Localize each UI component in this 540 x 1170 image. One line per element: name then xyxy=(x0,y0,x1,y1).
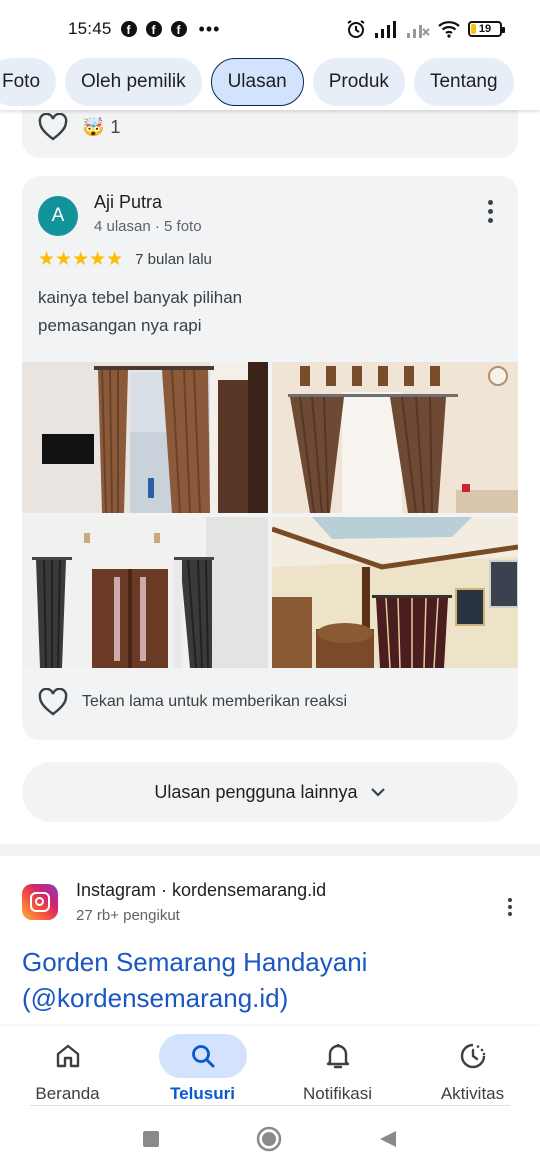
nav-label: Telusuri xyxy=(170,1084,235,1103)
review-photo[interactable] xyxy=(22,362,268,513)
home-button[interactable] xyxy=(256,1126,282,1152)
alarm-icon xyxy=(347,20,365,38)
result-followers: 27 rb+ pengikut xyxy=(76,907,180,924)
recents-button[interactable] xyxy=(142,1130,160,1148)
avatar[interactable]: A xyxy=(38,196,78,236)
search-result-source[interactable]: Instagram · kordensemarang.id 27 rb+ pen… xyxy=(22,880,522,930)
review-time: 7 bulan lalu xyxy=(135,251,212,268)
instagram-icon xyxy=(22,884,58,920)
result-title-line: Gorden Semarang Handayani xyxy=(22,947,368,977)
result-title-line: (@kordensemarang.id) xyxy=(22,983,289,1013)
reviewer-name[interactable]: Aji Putra xyxy=(94,192,162,213)
chevron-down-icon xyxy=(370,788,385,797)
reaction-emoji: 🤯 xyxy=(82,116,105,137)
status-time: 15:45 xyxy=(68,19,112,38)
tab-foto[interactable]: Foto xyxy=(0,58,57,106)
bottom-navigation: Beranda Telusuri Notifikasi Aktivitas xyxy=(0,1026,540,1108)
nav-beranda[interactable]: Beranda xyxy=(0,1026,135,1108)
battery-level-fill xyxy=(471,24,477,34)
reaction-count: 1 xyxy=(110,116,121,137)
reaction-row[interactable]: Tekan lama untuk memberikan reaksi xyxy=(38,688,347,716)
search-icon xyxy=(158,1034,247,1078)
heart-icon[interactable] xyxy=(38,113,68,141)
more-options-icon[interactable] xyxy=(508,898,512,916)
more-notifications-indicator: ••• xyxy=(198,18,221,39)
facebook-icon: f xyxy=(145,21,162,37)
heart-icon[interactable] xyxy=(38,688,68,716)
bell-icon xyxy=(294,1034,382,1078)
review-text-line: pemasangan nya rapi xyxy=(38,316,202,335)
review-card: A Aji Putra 4 ulasan · 5 foto ★★★★★ 7 bu… xyxy=(22,176,518,740)
reaction-summary[interactable]: 🤯 1 xyxy=(82,117,120,138)
review-photo-grid xyxy=(22,362,518,668)
tab-produk[interactable]: Produk xyxy=(312,58,405,106)
review-photo[interactable] xyxy=(272,362,518,513)
facebook-icon: f xyxy=(170,21,187,37)
star-rating: ★★★★★ 7 bulan lalu xyxy=(38,248,212,271)
battery-percent: 19 xyxy=(478,23,492,35)
review-photo[interactable] xyxy=(272,517,518,668)
section-divider xyxy=(0,844,540,856)
more-reviews-button[interactable]: Ulasan pengguna lainnya xyxy=(22,762,518,822)
home-icon xyxy=(24,1034,112,1078)
triangle-back-icon xyxy=(380,1131,396,1147)
system-navigation xyxy=(0,1108,540,1170)
nav-label: Notifikasi xyxy=(303,1084,372,1103)
nav-aktivitas[interactable]: Aktivitas xyxy=(405,1026,540,1108)
tab-tentang[interactable]: Tentang xyxy=(413,58,514,106)
signal-no-service-icon xyxy=(407,25,430,38)
review-text-line: kainya tebel banyak pilihan xyxy=(38,288,243,307)
tab-oleh-pemilik[interactable]: Oleh pemilik xyxy=(65,58,202,106)
nav-notifikasi[interactable]: Notifikasi xyxy=(270,1026,405,1108)
square-icon xyxy=(143,1131,159,1147)
result-title-link[interactable]: Gorden Semarang Handayani (@kordensemara… xyxy=(22,944,502,1016)
nav-label: Beranda xyxy=(35,1084,100,1103)
facebook-icon: f xyxy=(120,21,137,37)
reviewer-meta: 4 ulasan · 5 foto xyxy=(94,218,202,235)
reaction-hint: Tekan lama untuk memberikan reaksi xyxy=(82,693,348,710)
nav-telusuri[interactable]: Telusuri xyxy=(135,1026,270,1108)
review-photo[interactable] xyxy=(22,517,268,668)
rating-stars: ★★★★★ xyxy=(38,249,124,270)
more-reviews-label: Ulasan pengguna lainnya xyxy=(154,781,358,802)
tab-bar: Foto Oleh pemilik Ulasan Produk Tentang xyxy=(0,54,540,110)
signal-icon xyxy=(375,21,396,38)
nav-label: Aktivitas xyxy=(440,1084,505,1103)
result-source: Instagram · kordensemarang.id xyxy=(76,880,327,900)
back-button[interactable] xyxy=(378,1129,398,1149)
wifi-icon xyxy=(438,21,460,38)
circle-icon xyxy=(256,1126,282,1152)
nav-divider xyxy=(30,1105,510,1106)
activity-icon xyxy=(429,1034,517,1078)
more-options-icon[interactable] xyxy=(486,200,494,223)
review-text[interactable]: kainya tebel banyak pilihan pemasangan n… xyxy=(38,284,478,340)
status-icons: 19 xyxy=(346,19,505,39)
tab-ulasan[interactable]: Ulasan xyxy=(210,58,304,106)
status-bar: 15:45 f f f ••• 19 xyxy=(0,0,540,58)
battery-icon: 19 xyxy=(468,21,505,37)
